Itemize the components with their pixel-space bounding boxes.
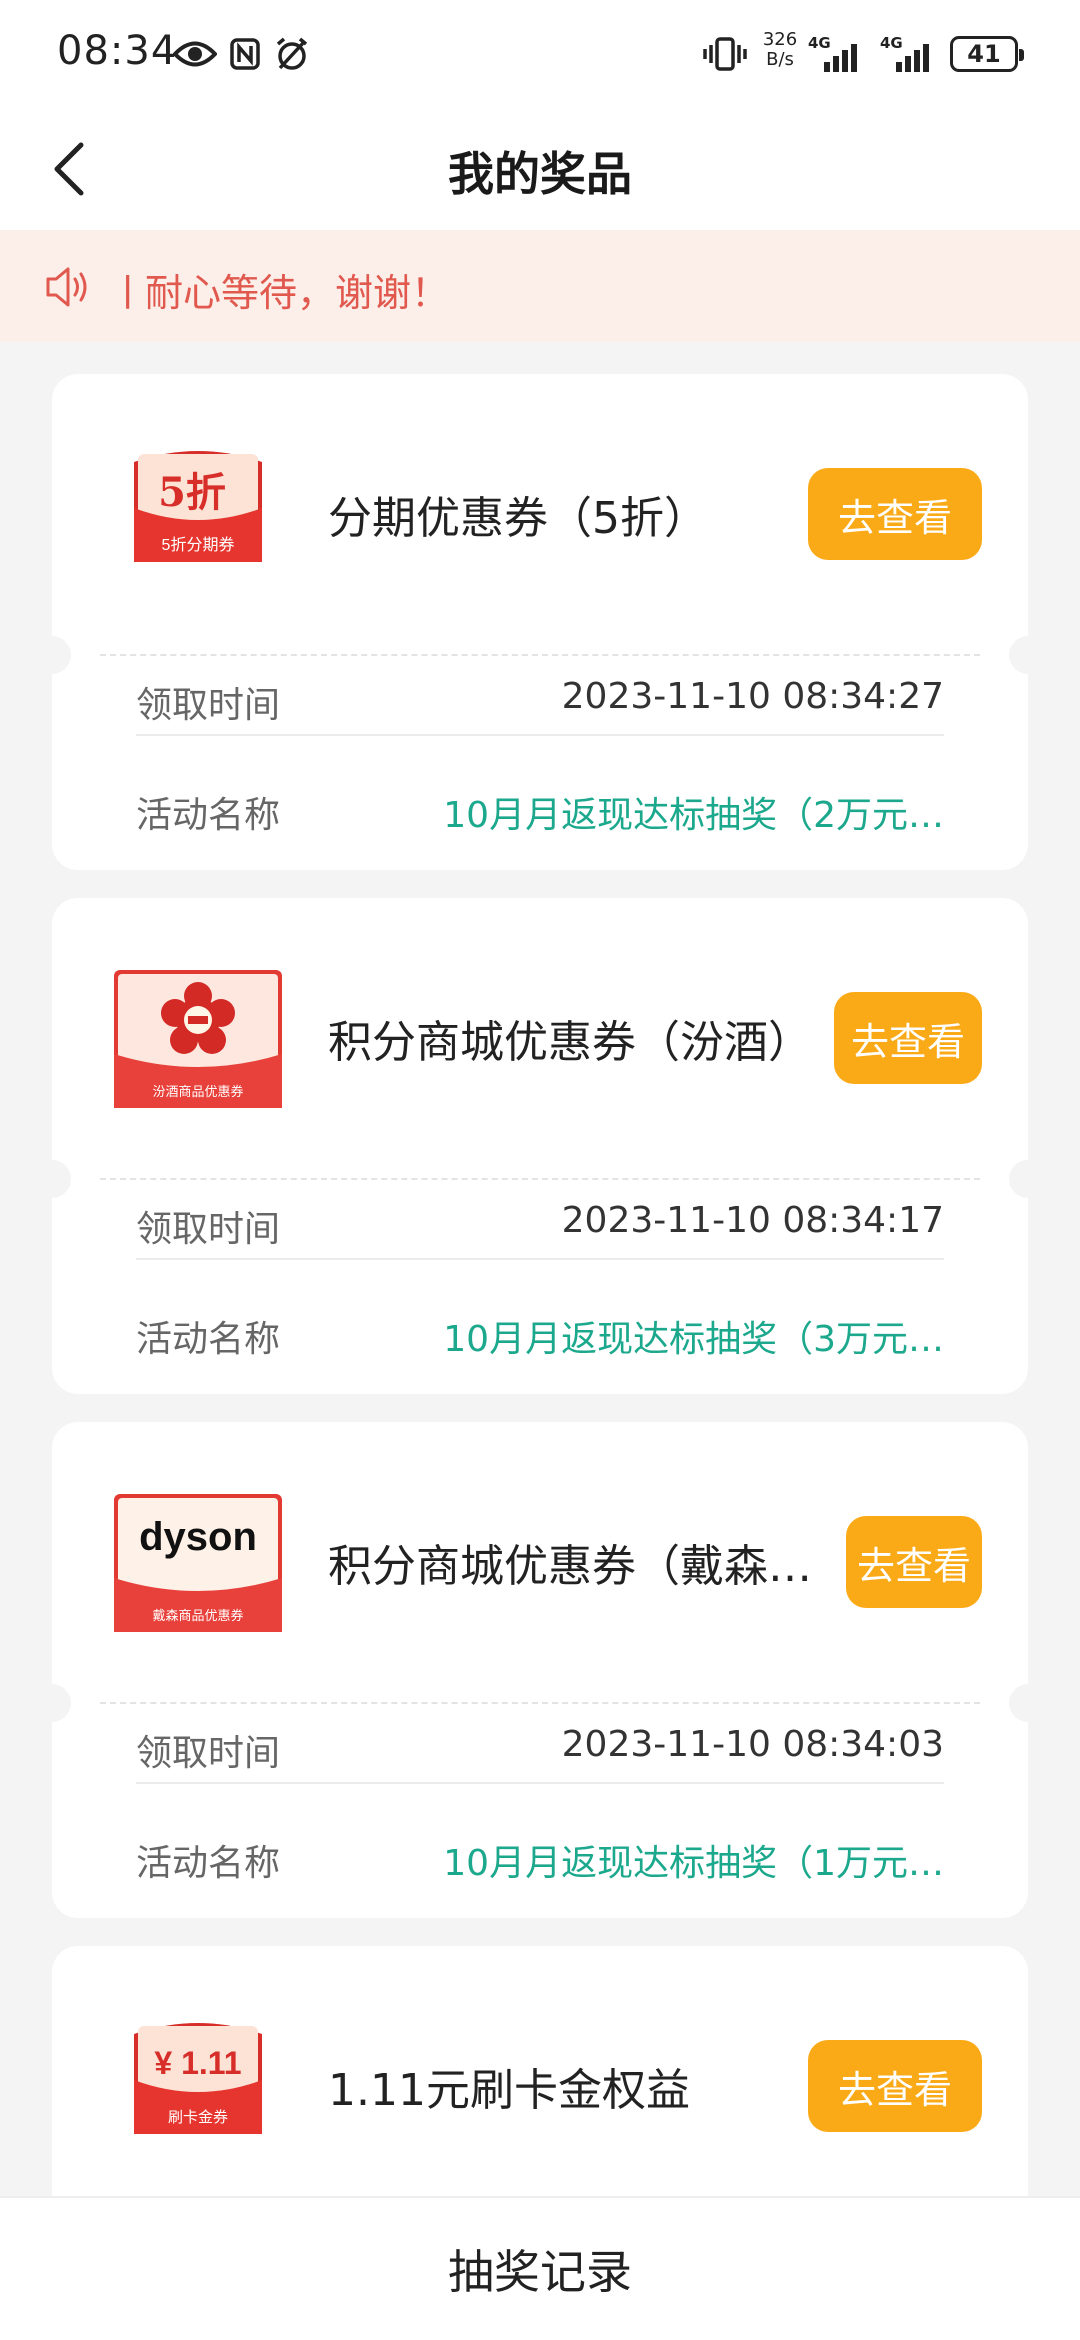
activity-name-label: 活动名称: [136, 1319, 281, 1360]
signal-icon: 4G: [880, 34, 940, 74]
prize-card: dyson 戴森商品优惠券 积分商城优惠券（戴森… 去查看 领取时间 2023-…: [52, 1422, 1028, 1918]
row-divider: [136, 734, 944, 736]
status-bar: 08:34 326 B/s 4G 4G 41: [0, 0, 1080, 108]
net-speed-value: 326 B/s: [762, 29, 798, 70]
lottery-record-label: 抽奖记录: [448, 2245, 632, 2299]
coupon-small-text: 戴森商品优惠券: [152, 1608, 243, 1623]
activity-name-value[interactable]: 10月月返现达标抽奖（3万元…: [443, 1310, 944, 1362]
row-divider: [136, 1258, 944, 1260]
receive-time-label: 领取时间: [136, 685, 281, 726]
coupon-big-text: ¥ 1.11: [154, 2045, 241, 2081]
activity-name-label: 活动名称: [136, 1843, 281, 1884]
prize-card: 5折 5折分期券 分期优惠券（5折） 去查看 领取时间 2023-11-10 0…: [52, 374, 1028, 870]
activity-name-value[interactable]: 10月月返现达标抽奖（2万元…: [443, 786, 944, 838]
speaker-icon: [46, 267, 87, 307]
battery-level: 41: [967, 40, 1001, 68]
fenjiu-coupon-image: 汾酒商品优惠券: [114, 970, 282, 1108]
net-speed: 326 B/s: [758, 30, 802, 70]
eye-icon: [172, 36, 218, 72]
notice-bar: ㅣ耐心等待，谢谢！: [0, 230, 1080, 342]
view-button[interactable]: 去查看: [808, 468, 982, 560]
coupon-big-text: 5折: [158, 469, 226, 516]
coupon-small-text: 刷卡金券: [168, 2109, 228, 2126]
battery-icon: 41: [950, 36, 1024, 72]
receive-time-value: 2023-11-10 08:34:17: [561, 1200, 944, 1241]
row-divider: [136, 1782, 944, 1784]
page-title: 我的奖品: [448, 147, 632, 201]
receive-time-value: 2023-11-10 08:34:27: [561, 676, 944, 717]
prize-card: 汾酒商品优惠券 积分商城优惠券（汾酒） 去查看 领取时间 2023-11-10 …: [52, 898, 1028, 1394]
prize-name: 分期优惠券（5折）: [328, 493, 708, 544]
installment-coupon-image: 5折 5折分期券: [134, 451, 262, 562]
prize-name: 积分商城优惠券（戴森…: [328, 1541, 812, 1592]
receive-time-label: 领取时间: [136, 1733, 281, 1774]
notice-text: ㅣ耐心等待，谢谢！: [110, 271, 449, 315]
view-button[interactable]: 去查看: [808, 2040, 982, 2132]
receive-time-label: 领取时间: [136, 1209, 281, 1250]
prize-name: 1.11元刷卡金权益: [328, 2065, 690, 2116]
divider: [100, 1702, 980, 1704]
alarm-off-icon: [272, 36, 312, 72]
activity-name-label: 活动名称: [136, 795, 281, 836]
divider: [100, 1178, 980, 1180]
dyson-logo-text: dyson: [139, 1515, 257, 1559]
coupon-small-text: 5折分期券: [162, 536, 235, 554]
signal-icon: 4G: [808, 34, 868, 74]
prize-name: 积分商城优惠券（汾酒）: [328, 1017, 812, 1068]
nav-bar: 我的奖品: [0, 108, 1080, 230]
divider: [100, 654, 980, 656]
card-credit-coupon-image: ¥ 1.11 刷卡金券: [134, 2023, 262, 2134]
view-button[interactable]: 去查看: [834, 992, 982, 1084]
activity-name-value[interactable]: 10月月返现达标抽奖（1万元…: [443, 1834, 944, 1886]
view-button[interactable]: 去查看: [846, 1516, 982, 1608]
vibrate-icon: [700, 36, 750, 72]
coupon-small-text: 汾酒商品优惠券: [152, 1084, 243, 1099]
dyson-coupon-image: dyson 戴森商品优惠券: [114, 1494, 282, 1632]
status-time: 08:34: [57, 28, 178, 74]
receive-time-value: 2023-11-10 08:34:03: [561, 1724, 944, 1765]
lottery-record-button[interactable]: 抽奖记录: [0, 2196, 1080, 2340]
nfc-icon: [228, 36, 262, 72]
